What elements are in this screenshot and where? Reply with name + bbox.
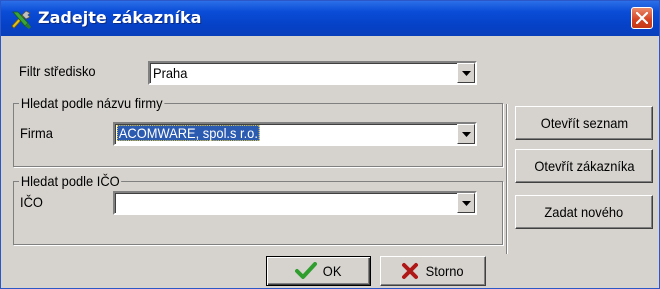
ok-button[interactable]: OK xyxy=(266,256,371,286)
chevron-down-icon xyxy=(462,201,471,206)
firma-combo[interactable]: ACOMWARE, spol.s r.o. xyxy=(113,122,477,146)
tools-icon xyxy=(10,9,32,29)
vertical-separator xyxy=(506,104,508,254)
ico-label: IČO xyxy=(20,194,43,210)
cancel-label: Storno xyxy=(425,263,464,279)
close-icon xyxy=(636,12,648,24)
firma-group-legend: Hledat podle názvu firmy xyxy=(19,95,165,111)
open-list-button[interactable]: Otevřít seznam xyxy=(515,106,653,140)
cancel-button[interactable]: Storno xyxy=(380,256,486,286)
add-new-button[interactable]: Zadat nového xyxy=(515,195,653,229)
check-icon xyxy=(294,262,317,279)
ico-combo[interactable] xyxy=(113,191,477,215)
filter-label: Filtr středisko xyxy=(19,63,96,79)
firma-label: Firma xyxy=(20,125,53,141)
firma-value: ACOMWARE, spol.s r.o. xyxy=(117,125,260,141)
ico-group-legend: Hledat podle IČO xyxy=(19,173,122,189)
cancel-x-icon xyxy=(401,263,418,279)
title-bar[interactable]: Zadejte zákazníka xyxy=(1,1,659,36)
dialog-window: Zadejte zákazníka Filtr středisko Praha … xyxy=(0,0,660,289)
filter-dropdown-button[interactable] xyxy=(457,63,475,83)
ok-label: OK xyxy=(322,263,342,279)
open-list-label: Otevřít seznam xyxy=(540,115,628,131)
chevron-down-icon xyxy=(462,71,471,76)
filter-value: Praha xyxy=(153,65,188,81)
dialog-body: Filtr středisko Praha Hledat podle názvu… xyxy=(5,36,655,288)
firma-dropdown-button[interactable] xyxy=(457,124,475,144)
open-customer-button[interactable]: Otevřít zákazníka xyxy=(515,149,653,183)
window-title: Zadejte zákazníka xyxy=(38,8,202,27)
ico-dropdown-button[interactable] xyxy=(457,193,475,213)
chevron-down-icon xyxy=(462,132,471,137)
filter-combo[interactable]: Praha xyxy=(148,61,477,85)
add-new-label: Zadat nového xyxy=(544,204,624,220)
close-button[interactable] xyxy=(631,7,653,29)
open-customer-label: Otevřít zákazníka xyxy=(533,158,635,174)
